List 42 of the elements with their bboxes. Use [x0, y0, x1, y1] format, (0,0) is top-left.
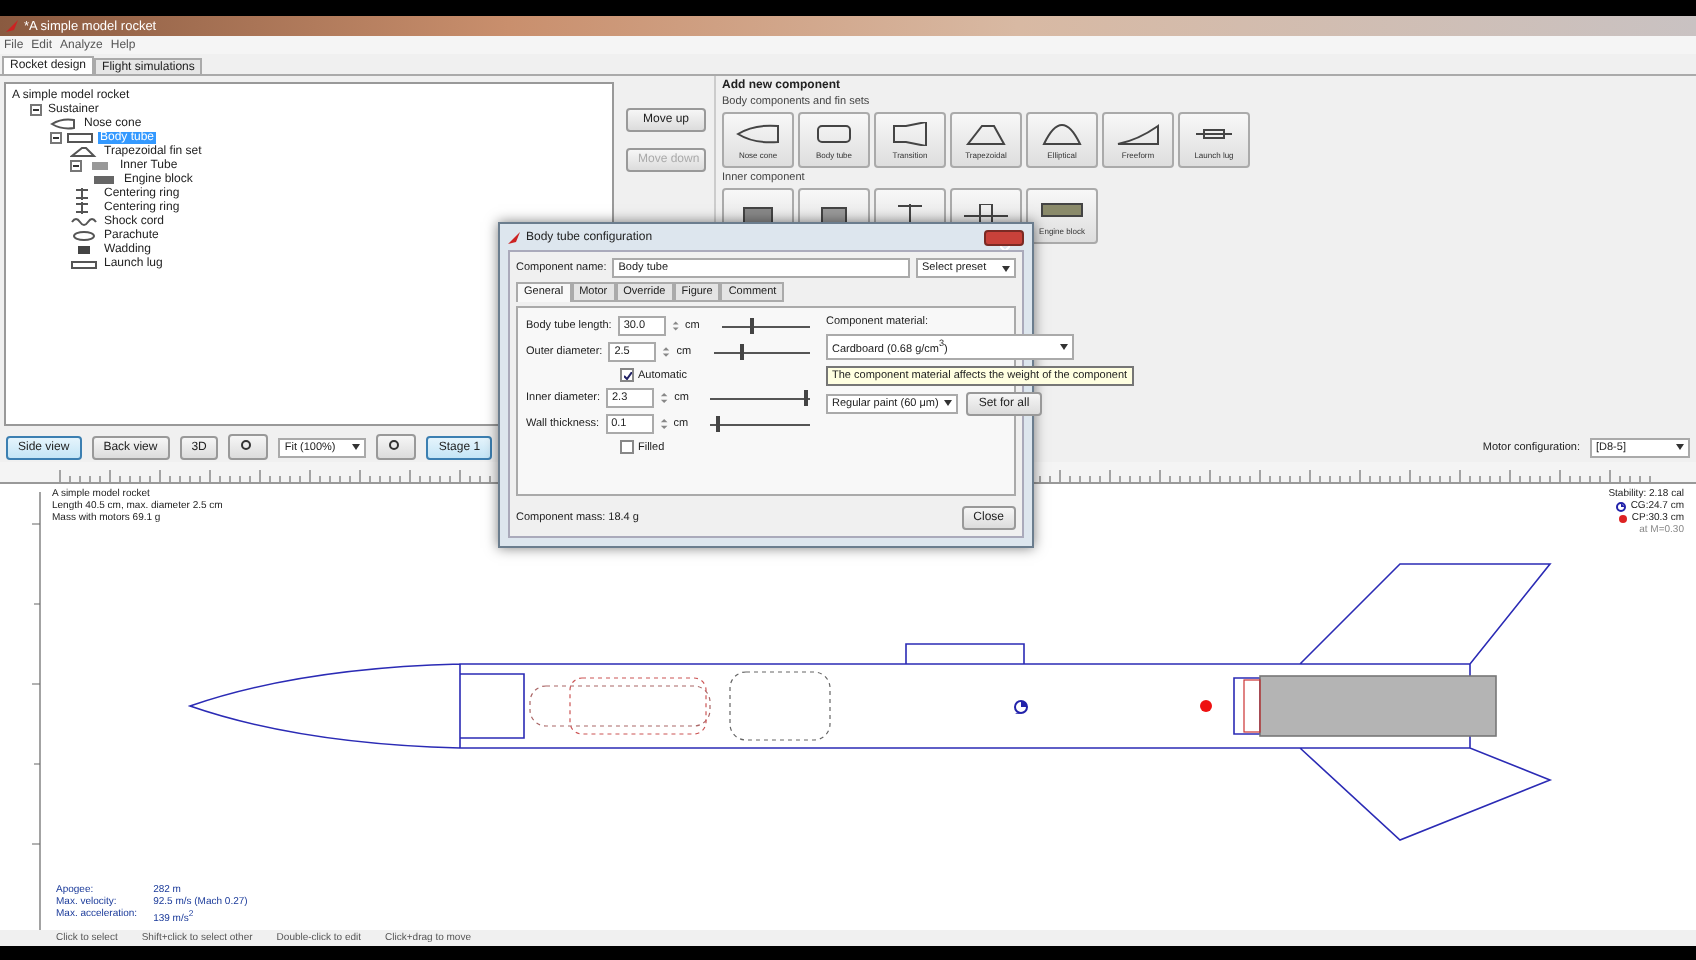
- close-button[interactable]: [984, 229, 1024, 245]
- freeform-icon: [1114, 121, 1162, 145]
- collapse-icon[interactable]: [70, 159, 82, 171]
- slider[interactable]: [721, 318, 810, 334]
- nose-component-icon: [50, 117, 78, 129]
- dropdown-caret-icon: [1002, 265, 1010, 271]
- magnifier-icon: [388, 440, 405, 450]
- cp-marker-icon: [1200, 700, 1212, 712]
- spinner-icon[interactable]: [671, 318, 679, 334]
- elliptical-icon: [1038, 121, 1086, 145]
- checkbox[interactable]: [620, 368, 634, 382]
- checkbox[interactable]: [620, 440, 634, 454]
- rocket-app-icon: [508, 231, 520, 243]
- magnifier-icon: [240, 440, 257, 450]
- tube-component-icon: [66, 131, 94, 143]
- slider[interactable]: [710, 416, 810, 432]
- zoom-out-button[interactable]: [376, 434, 417, 460]
- dropdown-caret-icon: [944, 400, 953, 407]
- cord-component-icon: [70, 215, 98, 227]
- block-component-icon: [90, 173, 118, 185]
- block-icon: [1038, 197, 1086, 221]
- inner-component-icon: [86, 159, 114, 171]
- spinner-icon[interactable]: [659, 416, 668, 432]
- cg-marker-icon: [1014, 700, 1028, 714]
- rocket-app-icon: [6, 20, 18, 32]
- nose-icon: [734, 121, 782, 145]
- dropdown-caret-icon: [352, 444, 361, 450]
- slider[interactable]: [713, 344, 810, 360]
- collapse-icon[interactable]: [50, 131, 62, 143]
- collapse-icon[interactable]: [30, 103, 42, 115]
- dropdown-caret-icon: [1676, 444, 1684, 450]
- trapezoidal-icon: [962, 121, 1010, 145]
- dropdown-caret-icon: [1059, 343, 1068, 350]
- cg-marker-icon: [1616, 501, 1627, 511]
- spinner-icon[interactable]: [660, 390, 669, 406]
- zoom-in-button[interactable]: [228, 434, 269, 460]
- fin-component-icon: [70, 145, 98, 157]
- slider[interactable]: [710, 390, 810, 406]
- chute-component-icon: [70, 229, 98, 241]
- cp-marker-icon: [1617, 513, 1628, 523]
- lug-component-icon: [70, 257, 98, 269]
- spinner-icon[interactable]: [662, 344, 671, 360]
